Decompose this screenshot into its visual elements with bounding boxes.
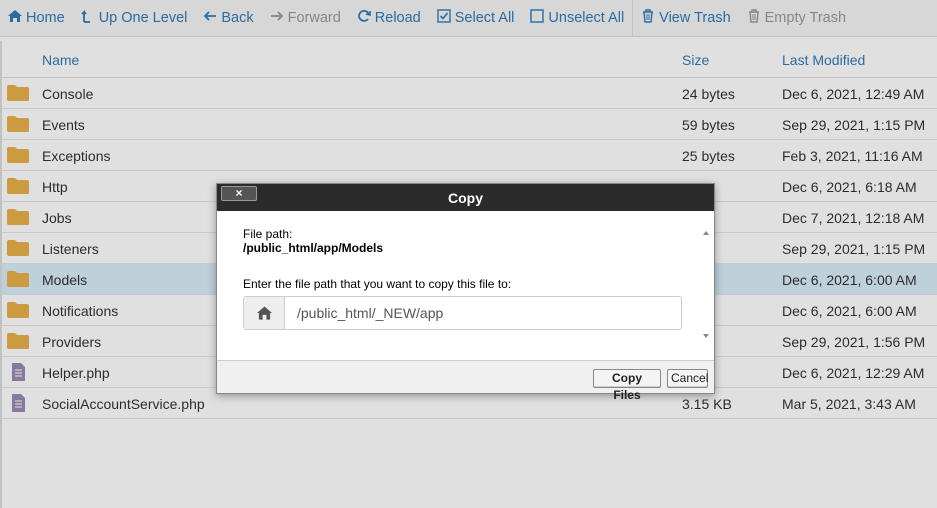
file-path-label: File path: — [243, 227, 293, 241]
destination-path-input[interactable] — [286, 297, 680, 329]
file-path-value: /public_html/app/Models — [243, 241, 384, 255]
destination-prompt: Enter the file path that you want to cop… — [243, 277, 512, 291]
copy-files-button[interactable]: Copy Files — [593, 369, 661, 402]
destination-path-group — [243, 296, 682, 330]
dialog-body: File path: /public_html/app/Models Enter… — [217, 211, 699, 360]
dialog-scrollbar[interactable] — [699, 211, 714, 343]
cancel-button[interactable]: Cancel — [667, 369, 708, 388]
scroll-up-arrow-icon[interactable] — [703, 231, 709, 235]
dialog-title: Copy — [448, 190, 483, 206]
scroll-down-arrow-icon[interactable] — [703, 334, 709, 338]
home-icon — [244, 297, 285, 329]
dialog-titlebar: × Copy — [217, 184, 714, 211]
copy-dialog: × Copy File path: /public_html/app/Model… — [216, 183, 715, 402]
dialog-footer: Copy Files Cancel — [217, 360, 714, 402]
